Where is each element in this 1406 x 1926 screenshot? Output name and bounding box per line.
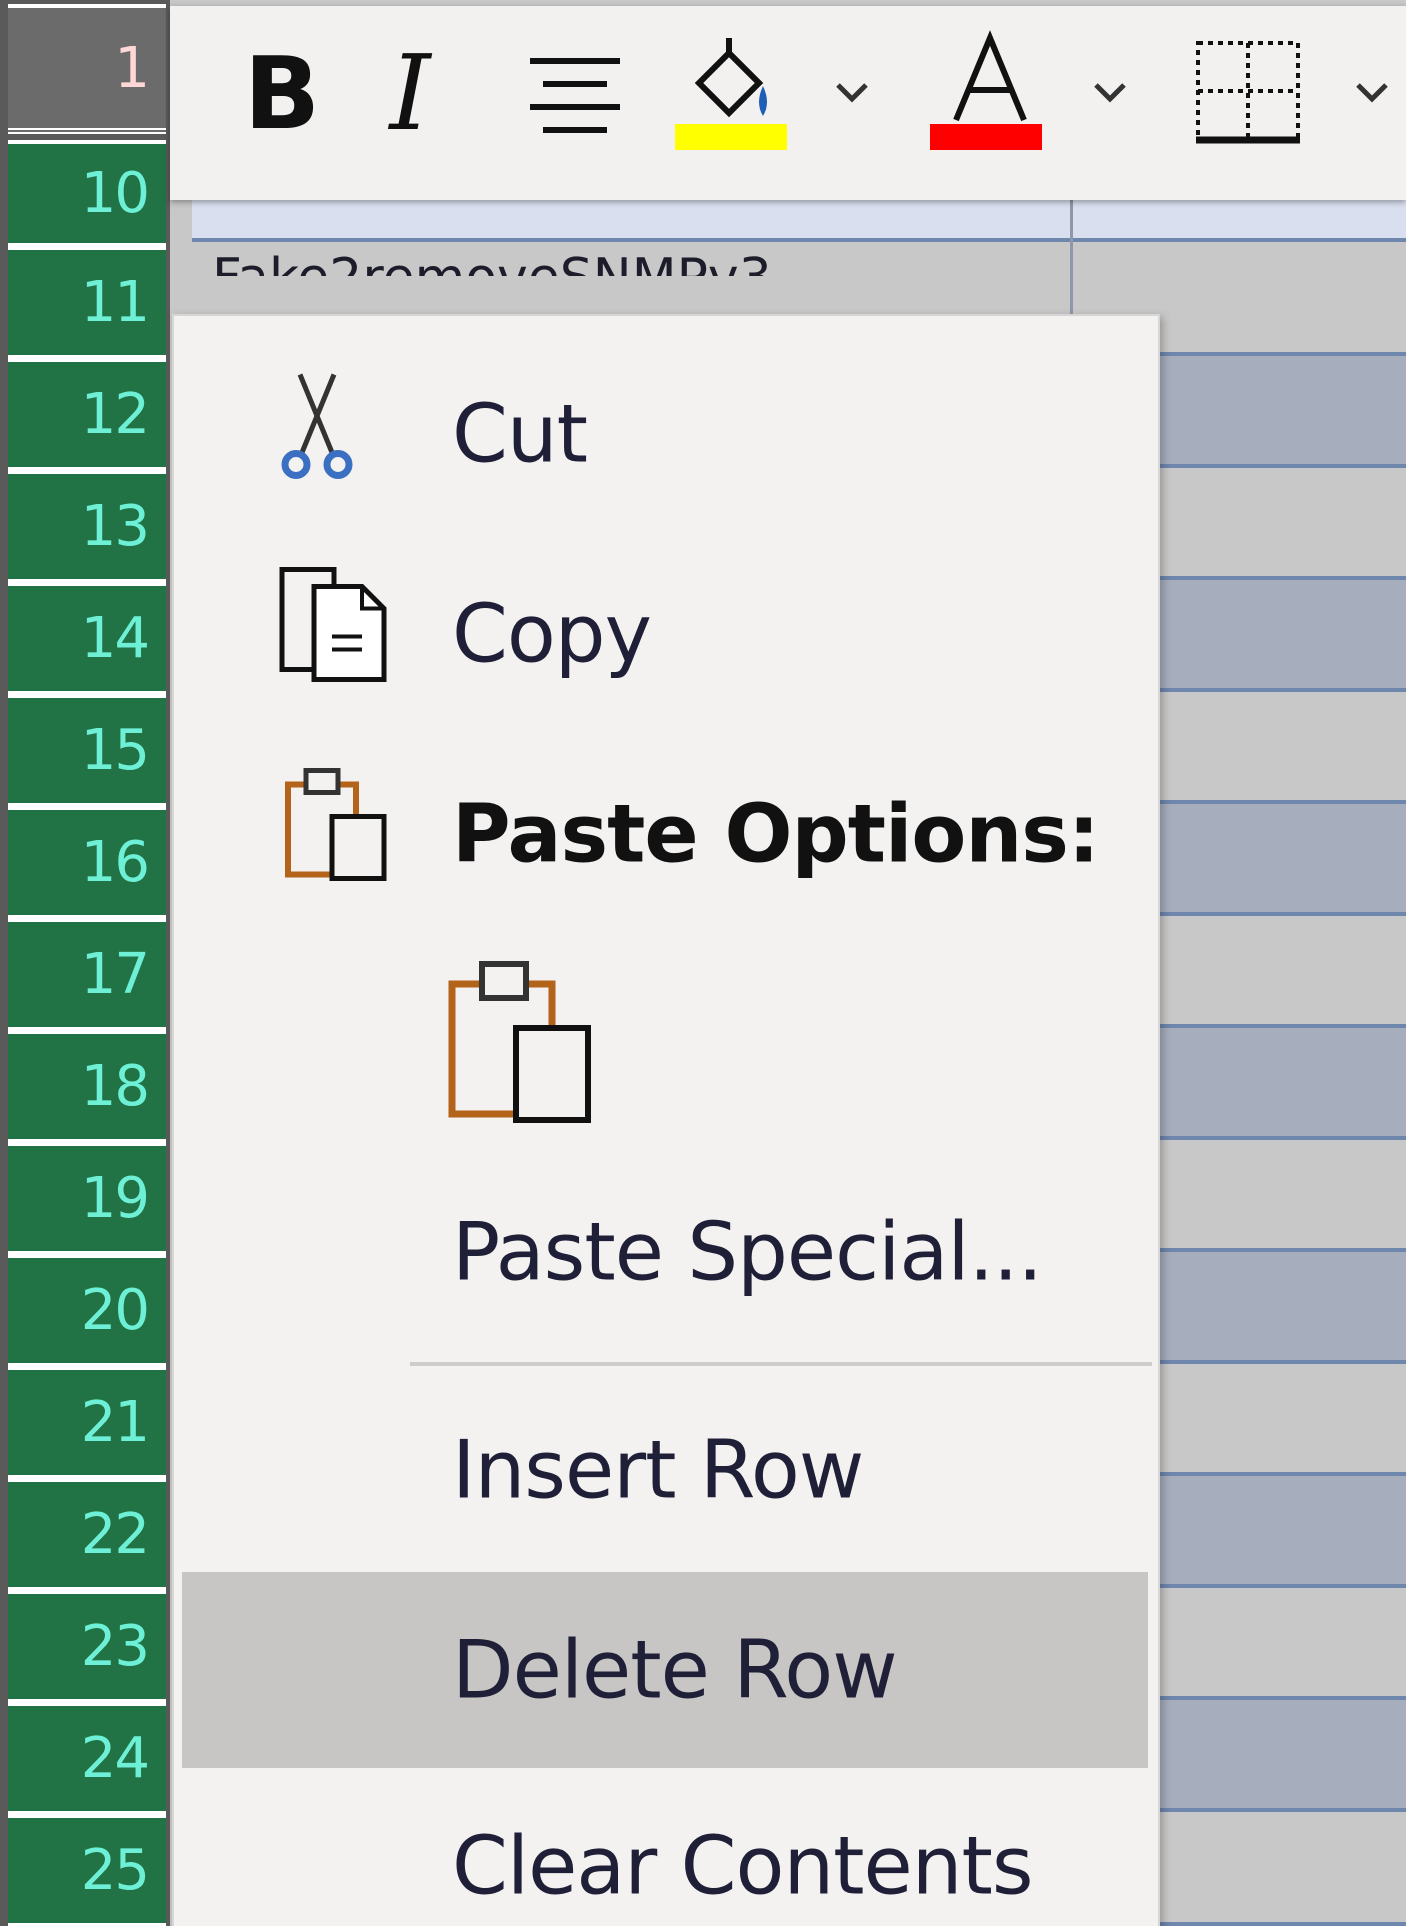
row-header-18[interactable]: 18: [8, 1030, 166, 1142]
menu-item-insert-row[interactable]: Insert Row: [182, 1372, 1148, 1568]
menu-item-insert-row-label: Insert Row: [452, 1423, 864, 1517]
scissors-icon: [272, 365, 362, 504]
paste-icon: [448, 961, 591, 1123]
spreadsheet-view: 1 10 11 12 13 14 15 16 17 18 19 20 21 22…: [0, 0, 1406, 1926]
row-header-13[interactable]: 13: [8, 470, 166, 582]
row-header-column: 1 10 11 12 13 14 15 16 17 18 19 20 21 22…: [8, 0, 170, 1926]
copy-icon: [272, 565, 392, 704]
font-color-button[interactable]: [930, 28, 1050, 158]
borders-icon: [1196, 41, 1300, 144]
mini-toolbar: B I: [170, 6, 1406, 200]
row-header-22[interactable]: 22: [8, 1478, 166, 1590]
menu-item-clear-contents[interactable]: Clear Contents: [182, 1768, 1148, 1926]
row-header-14[interactable]: 14: [8, 582, 166, 694]
row-header-19[interactable]: 19: [8, 1142, 166, 1254]
chevron-down-icon[interactable]: [1088, 70, 1132, 114]
row-header-17[interactable]: 17: [8, 918, 166, 1030]
align-center-icon: [530, 58, 620, 133]
fill-color-button[interactable]: [675, 28, 795, 158]
menu-item-delete-row[interactable]: Delete Row: [182, 1572, 1148, 1768]
italic-button[interactable]: I: [360, 28, 460, 158]
row-header-24[interactable]: 24: [8, 1702, 166, 1814]
align-center-button[interactable]: [520, 28, 630, 158]
window-frame-edge: [0, 0, 8, 1926]
menu-item-paste-special-label: Paste Special...: [452, 1205, 1043, 1299]
font-color-swatch: [930, 124, 1042, 150]
clipboard-icon: [282, 765, 392, 904]
paste-options-heading: Paste Options:: [452, 787, 1100, 881]
paste-option-keep-formatting-button[interactable]: [444, 956, 604, 1126]
chevron-down-icon[interactable]: [830, 70, 874, 114]
menu-item-cut-label: Cut: [452, 387, 588, 481]
chevron-down-icon[interactable]: [1350, 70, 1394, 114]
context-menu: Cut Copy Paste Options: Paste Special...…: [172, 314, 1160, 1926]
row-header-21[interactable]: 21: [8, 1366, 166, 1478]
row-header-11[interactable]: 11: [8, 246, 166, 358]
row-header-20[interactable]: 20: [8, 1254, 166, 1366]
menu-separator: [410, 1362, 1152, 1366]
row-header-1[interactable]: 1: [8, 4, 166, 134]
menu-item-cut[interactable]: Cut: [182, 336, 1148, 532]
row-header-12[interactable]: 12: [8, 358, 166, 470]
row-header-16[interactable]: 16: [8, 806, 166, 918]
fill-color-swatch: [675, 124, 787, 150]
menu-item-delete-row-label: Delete Row: [452, 1623, 898, 1717]
row-header-25[interactable]: 25: [8, 1814, 166, 1926]
menu-item-paste-special[interactable]: Paste Special...: [182, 1154, 1148, 1350]
row-header-23[interactable]: 23: [8, 1590, 166, 1702]
borders-button[interactable]: [1188, 28, 1308, 158]
row-header-15[interactable]: 15: [8, 694, 166, 806]
menu-item-paste-options: Paste Options:: [182, 736, 1148, 932]
bold-button[interactable]: B: [232, 28, 332, 158]
menu-item-copy-label: Copy: [452, 587, 652, 681]
menu-item-clear-contents-label: Clear Contents: [452, 1819, 1033, 1913]
menu-item-copy[interactable]: Copy: [182, 536, 1148, 732]
row-header-10[interactable]: 10: [8, 140, 166, 246]
